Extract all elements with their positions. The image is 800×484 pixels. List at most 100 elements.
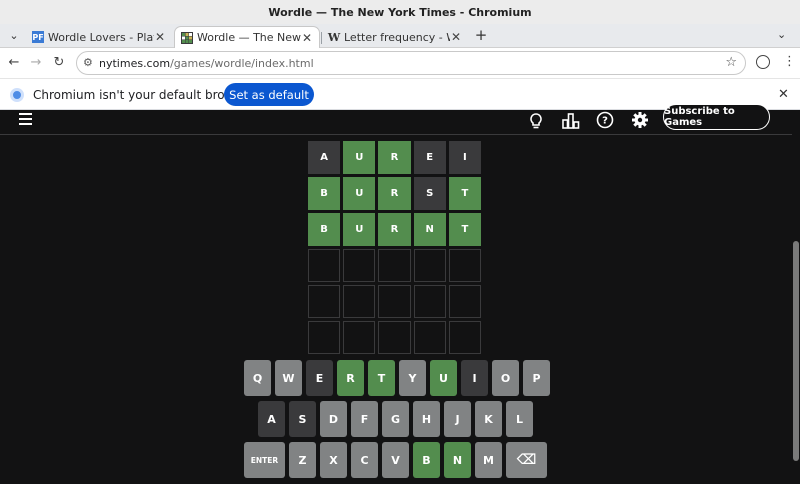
key-e[interactable]: E xyxy=(306,360,333,396)
browser-menu-kebab-icon[interactable]: ⋮ xyxy=(783,54,796,69)
key-v[interactable]: V xyxy=(382,442,409,478)
board-tile: U xyxy=(343,213,376,246)
tab-wordle-nyt[interactable]: Wordle — The New Yo ✕ xyxy=(174,26,320,48)
new-tab-plus-icon[interactable]: + xyxy=(473,27,489,43)
board-row xyxy=(308,321,484,354)
svg-text:?: ? xyxy=(602,116,608,127)
hamburger-menu-icon[interactable] xyxy=(19,113,32,125)
board-row: BURST xyxy=(308,177,484,210)
set-as-default-button[interactable]: Set as default xyxy=(224,83,314,106)
board-tile xyxy=(378,249,411,282)
key-l[interactable]: L xyxy=(506,401,533,437)
forward-arrow-icon[interactable]: → xyxy=(28,55,44,71)
tab-close-icon[interactable]: ✕ xyxy=(450,30,462,44)
chromium-logo-icon xyxy=(10,88,24,102)
tab-wordle-lovers[interactable]: PF Wordle Lovers - Play th ✕ xyxy=(26,26,172,48)
keyboard-row: ASDFGHJKL xyxy=(244,401,548,437)
key-g[interactable]: G xyxy=(382,401,409,437)
page-scrollbar[interactable] xyxy=(792,111,800,484)
board-tile: U xyxy=(343,141,376,174)
board-tile: R xyxy=(378,141,411,174)
board-tile xyxy=(448,321,482,354)
key-x[interactable]: X xyxy=(320,442,347,478)
stats-icon[interactable] xyxy=(561,111,581,131)
board-row: AUREI xyxy=(308,141,484,174)
tab-title: Letter frequency - Wiki xyxy=(344,30,450,44)
board-row: BURNT xyxy=(308,213,484,246)
key-y[interactable]: Y xyxy=(399,360,426,396)
tab-list-dropdown-icon[interactable]: ⌄ xyxy=(777,28,786,41)
key-q[interactable]: Q xyxy=(244,360,271,396)
backspace-key[interactable]: ⌫ xyxy=(506,442,547,478)
board-tile xyxy=(413,321,446,354)
key-n[interactable]: N xyxy=(444,442,471,478)
subscribe-to-games-button[interactable]: Subscribe to Games xyxy=(663,104,770,130)
board-tile: E xyxy=(413,141,446,174)
board-tile: T xyxy=(448,177,482,210)
key-s[interactable]: S xyxy=(289,401,316,437)
tab-search-dropdown-icon[interactable]: ⌄ xyxy=(6,28,22,44)
wordle-lovers-favicon-icon: PF xyxy=(32,31,44,43)
on-screen-keyboard: Q W E R T Y U I O P A S D F G H J K L ENTER Z X C V B N M ⌫ xyxy=(244,360,550,483)
key-j[interactable]: J xyxy=(444,401,471,437)
board-tile xyxy=(343,285,376,318)
tab-title: Wordle Lovers - Play th xyxy=(48,30,154,44)
key-d[interactable]: D xyxy=(320,401,347,437)
help-icon[interactable]: ? xyxy=(595,111,615,131)
wordle-grid-favicon-icon xyxy=(181,31,193,44)
board-tile xyxy=(308,285,341,318)
key-t[interactable]: T xyxy=(368,360,395,396)
key-o[interactable]: O xyxy=(492,360,519,396)
keyboard-row: ENTER Z X C V B N M ⌫ xyxy=(244,442,548,478)
board-tile xyxy=(378,321,411,354)
tab-strip: ⌄ PF Wordle Lovers - Play th ✕ Wordle — … xyxy=(0,24,800,48)
key-c[interactable]: C xyxy=(351,442,378,478)
key-h[interactable]: H xyxy=(413,401,440,437)
keyboard-row: QWERTYUIOP xyxy=(244,360,550,396)
browser-toolbar: ← → ↻ ⚙ nytimes.com/games/wordle/index.h… xyxy=(0,48,800,78)
key-m[interactable]: M xyxy=(475,442,502,478)
scrollbar-thumb[interactable] xyxy=(793,241,799,461)
board-tile xyxy=(413,285,446,318)
site-info-tune-icon[interactable]: ⚙ xyxy=(83,56,93,69)
infobar-message: Chromium isn't your default browser xyxy=(33,88,253,102)
infobar-close-icon[interactable]: ✕ xyxy=(778,87,789,102)
key-k[interactable]: K xyxy=(475,401,502,437)
key-b[interactable]: B xyxy=(413,442,440,478)
board-tile xyxy=(308,321,341,354)
key-f[interactable]: F xyxy=(351,401,378,437)
key-r[interactable]: R xyxy=(337,360,364,396)
key-a[interactable]: A xyxy=(258,401,285,437)
tab-letter-frequency[interactable]: W Letter frequency - Wiki ✕ xyxy=(322,26,468,48)
reload-icon[interactable]: ↻ xyxy=(51,55,67,71)
tab-close-icon[interactable]: ✕ xyxy=(154,30,166,44)
tab-close-icon[interactable]: ✕ xyxy=(301,31,313,45)
key-i[interactable]: I xyxy=(461,360,488,396)
url-text[interactable]: nytimes.com/games/wordle/index.html xyxy=(99,57,314,70)
profile-avatar-icon[interactable] xyxy=(756,55,770,69)
board-tile: A xyxy=(308,141,341,174)
hint-bulb-icon[interactable] xyxy=(526,111,546,131)
board-tile: B xyxy=(308,177,341,210)
enter-key[interactable]: ENTER xyxy=(244,442,285,478)
board-row xyxy=(308,285,484,318)
board-tile: N xyxy=(413,213,446,246)
wikipedia-favicon-icon: W xyxy=(327,30,341,44)
key-p[interactable]: P xyxy=(523,360,550,396)
board-tile xyxy=(448,249,482,282)
board-tile xyxy=(343,321,376,354)
board-tile: T xyxy=(448,213,482,246)
tab-title: Wordle — The New Yo xyxy=(197,31,301,44)
key-u[interactable]: U xyxy=(430,360,457,396)
bookmark-star-icon[interactable]: ☆ xyxy=(725,55,737,70)
key-w[interactable]: W xyxy=(275,360,302,396)
key-z[interactable]: Z xyxy=(289,442,316,478)
board-tile: R xyxy=(378,213,411,246)
back-arrow-icon[interactable]: ← xyxy=(6,55,22,71)
board-tile xyxy=(378,285,411,318)
settings-gear-icon[interactable] xyxy=(630,111,650,131)
address-bar[interactable]: ⚙ nytimes.com/games/wordle/index.html ☆ xyxy=(76,51,746,75)
board-tile xyxy=(343,249,376,282)
board-tile xyxy=(413,249,446,282)
board-tile xyxy=(308,249,341,282)
